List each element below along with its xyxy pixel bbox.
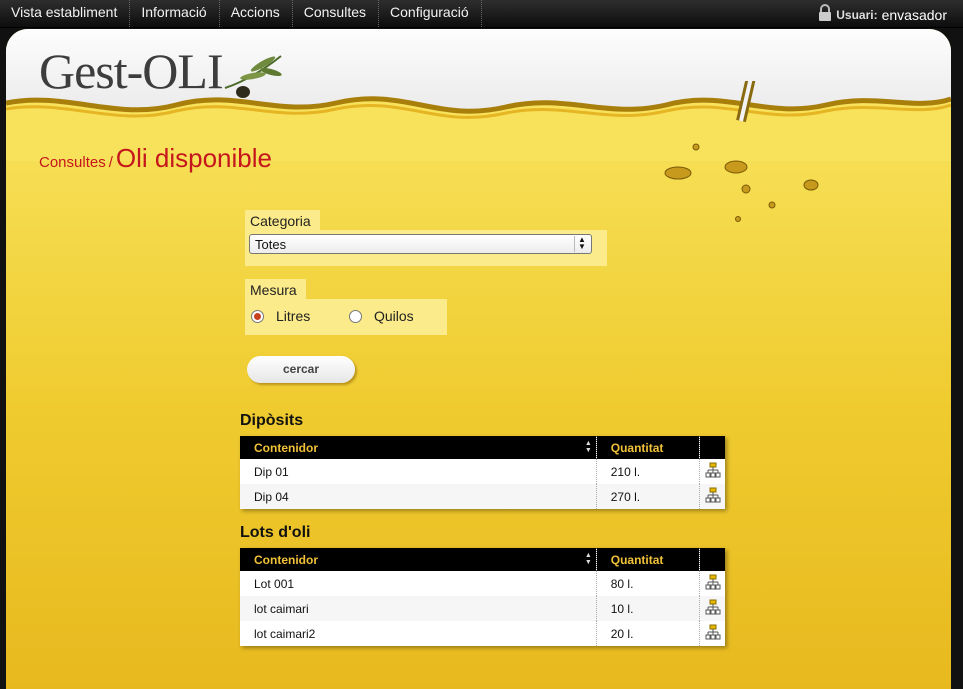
column-contenidor[interactable]: Contenidor ▲ ▼ bbox=[240, 436, 597, 459]
user-label: Usuari: bbox=[836, 7, 878, 22]
radio-quilos-button[interactable] bbox=[349, 309, 362, 323]
radio-litres[interactable]: Litres bbox=[251, 308, 310, 324]
page-content: Gest-OLI Consultes / Oli disponible Catego… bbox=[6, 29, 951, 689]
lots-table: Contenidor ▲ ▼ Quantitat Lot 001 80 l. lo… bbox=[240, 548, 725, 646]
cell-quantitat: 270 l. bbox=[595, 484, 700, 509]
tree-structure-icon[interactable] bbox=[699, 571, 725, 596]
cell-quantitat: 20 l. bbox=[595, 621, 700, 646]
main-menu: Vista establiment Informació Accions Con… bbox=[0, 0, 482, 27]
table-row[interactable]: lot caimari 10 l. bbox=[240, 596, 725, 621]
cell-quantitat: 80 l. bbox=[595, 571, 700, 596]
table-row[interactable]: Lot 001 80 l. bbox=[240, 571, 725, 596]
column-contenidor-label: Contenidor bbox=[254, 552, 318, 567]
radio-litres-label: Litres bbox=[276, 308, 311, 324]
lots-title: Lots d'oli bbox=[240, 524, 311, 541]
radio-quilos-label: Quilos bbox=[374, 308, 414, 324]
menu-consultes[interactable]: Consultes bbox=[293, 0, 380, 27]
menu-accions[interactable]: Accions bbox=[220, 0, 293, 27]
tree-structure-icon[interactable] bbox=[699, 596, 725, 621]
olive-branch-icon bbox=[224, 55, 282, 98]
logo-text: Gest-OLI bbox=[39, 43, 224, 99]
sort-arrows-icon[interactable]: ▲ ▼ bbox=[585, 440, 592, 454]
oil-bubbles-decoration bbox=[664, 143, 819, 222]
menu-informacio[interactable]: Informació bbox=[130, 0, 220, 27]
cell-contenidor: lot caimari2 bbox=[240, 621, 597, 646]
tree-structure-icon[interactable] bbox=[699, 484, 725, 509]
cell-quantitat: 210 l. bbox=[595, 459, 700, 484]
menu-vista-establiment[interactable]: Vista establiment bbox=[0, 0, 131, 27]
diposits-title: Dipòsits bbox=[240, 412, 304, 429]
table-row[interactable]: lot caimari2 20 l. bbox=[240, 621, 725, 646]
select-arrows-icon: ▲ ▼ bbox=[574, 236, 589, 252]
sort-arrows-icon[interactable]: ▲ ▼ bbox=[585, 552, 592, 566]
categoria-fieldset: Totes ▲ ▼ bbox=[245, 230, 607, 266]
breadcrumb: Consultes / Oli disponible bbox=[39, 143, 272, 174]
breadcrumb-consultes-link[interactable]: Consultes bbox=[39, 154, 106, 171]
gest-oli-logo[interactable]: Gest-OLI bbox=[39, 44, 283, 104]
column-contenidor-label: Contenidor bbox=[254, 440, 318, 455]
column-contenidor[interactable]: Contenidor ▲ ▼ bbox=[240, 548, 597, 571]
cell-contenidor: Lot 001 bbox=[240, 571, 597, 596]
diposits-table: Contenidor ▲ ▼ Quantitat Dip 01 210 l. Di… bbox=[240, 436, 725, 509]
cell-contenidor: lot caimari bbox=[240, 596, 597, 621]
mesura-label: Mesura bbox=[245, 279, 306, 300]
table-header-row: Contenidor ▲ ▼ Quantitat bbox=[240, 436, 725, 459]
mesura-fieldset: Litres Quilos bbox=[245, 299, 447, 335]
cell-quantitat: 10 l. bbox=[595, 596, 700, 621]
tree-structure-icon[interactable] bbox=[699, 459, 725, 484]
categoria-label: Categoria bbox=[245, 210, 320, 231]
categoria-select[interactable]: Totes ▲ ▼ bbox=[249, 234, 592, 254]
column-quantitat[interactable]: Quantitat bbox=[595, 548, 700, 571]
user-name[interactable]: envasador bbox=[882, 7, 947, 23]
breadcrumb-separator: / bbox=[108, 154, 113, 171]
radio-litres-button[interactable] bbox=[251, 309, 264, 323]
column-actions bbox=[699, 548, 725, 571]
table-header-row: Contenidor ▲ ▼ Quantitat bbox=[240, 548, 725, 571]
menu-configuracio[interactable]: Configuració bbox=[379, 0, 482, 27]
column-actions bbox=[699, 436, 725, 459]
radio-quilos[interactable]: Quilos bbox=[349, 308, 414, 324]
cell-contenidor: Dip 01 bbox=[240, 459, 597, 484]
table-row[interactable]: Dip 04 270 l. bbox=[240, 484, 725, 509]
cell-contenidor: Dip 04 bbox=[240, 484, 597, 509]
tree-structure-icon[interactable] bbox=[699, 621, 725, 646]
column-quantitat[interactable]: Quantitat bbox=[595, 436, 700, 459]
search-button[interactable]: cercar bbox=[247, 356, 355, 383]
categoria-selected-value: Totes bbox=[255, 237, 287, 252]
lock-icon bbox=[818, 4, 832, 25]
top-navigation-bar: Vista establiment Informació Accions Con… bbox=[0, 0, 963, 28]
user-info: Usuari: envasador bbox=[818, 4, 947, 25]
table-row[interactable]: Dip 01 210 l. bbox=[240, 459, 725, 484]
page-title: Oli disponible bbox=[115, 143, 272, 173]
